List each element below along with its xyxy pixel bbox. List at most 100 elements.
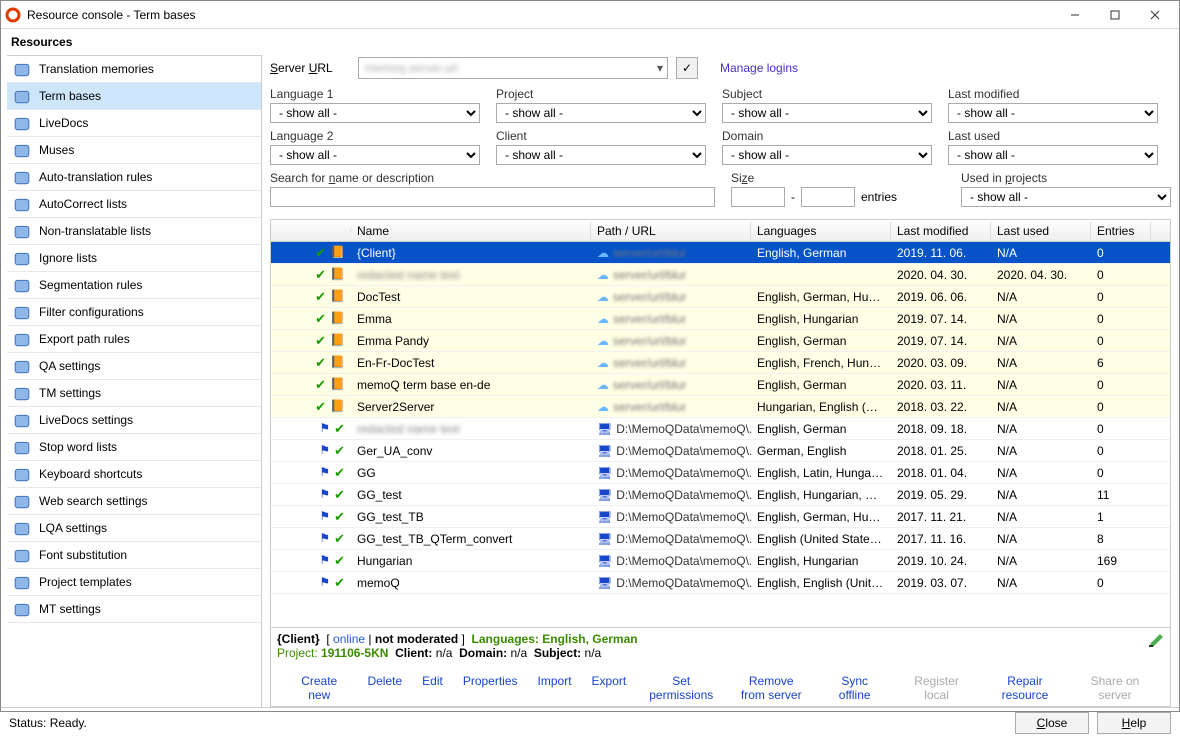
- table-row[interactable]: ⚑✔GG_test🖥D:\MemoQData\memoQ\...English,…: [271, 484, 1170, 506]
- server-url-combo[interactable]: memoq.server.url ▾: [358, 57, 668, 79]
- create-new-link[interactable]: Create new: [281, 670, 357, 706]
- sidebar-item-muses[interactable]: Muses: [7, 137, 261, 164]
- remove-link[interactable]: Remove from server: [726, 670, 816, 706]
- lastused-select[interactable]: - show all -: [948, 145, 1158, 165]
- info-langs-label: Languages:: [472, 632, 539, 646]
- table-row[interactable]: ✔📙DocTest☁server/url/blurEnglish, German…: [271, 286, 1170, 308]
- edit-info-icon[interactable]: [1148, 630, 1166, 648]
- subject-label: Subject: [722, 87, 932, 101]
- sidebar-item-term-bases[interactable]: Term bases: [7, 83, 261, 110]
- table-row[interactable]: ⚑✔Ger_UA_conv🖥D:\MemoQData\memoQ\...Germ…: [271, 440, 1170, 462]
- table-row[interactable]: ✔📙Emma Pandy☁server/url/blurEnglish, Ger…: [271, 330, 1170, 352]
- sidebar-item-auto-translation-rules[interactable]: Auto-translation rules: [7, 164, 261, 191]
- delete-link[interactable]: Delete: [357, 670, 412, 706]
- sidebar-item-segmentation-rules[interactable]: Segmentation rules: [7, 272, 261, 299]
- col-entries[interactable]: Entries: [1091, 222, 1151, 240]
- websearch-icon: [13, 493, 31, 509]
- cell-mod: 2020. 03. 09.: [891, 356, 991, 370]
- project-select[interactable]: - show all -: [496, 103, 706, 123]
- col-used[interactable]: Last used: [991, 222, 1091, 240]
- setperm-link[interactable]: Set permissions: [636, 670, 726, 706]
- size-dash: -: [791, 190, 795, 204]
- sidebar-item-lqa-settings[interactable]: LQA settings: [7, 515, 261, 542]
- sidebar-item-mt-settings[interactable]: MT settings: [7, 596, 261, 623]
- table-row[interactable]: ✔📙memoQ term base en-de☁server/url/blurE…: [271, 374, 1170, 396]
- subject-select[interactable]: - show all -: [722, 103, 932, 123]
- sidebar-item-keyboard-shortcuts[interactable]: Keyboard shortcuts: [7, 461, 261, 488]
- cell-name: GG_test_TB: [351, 510, 591, 524]
- table-row[interactable]: ⚑✔memoQ🖥D:\MemoQData\memoQ\...English, E…: [271, 572, 1170, 594]
- language1-select[interactable]: - show all -: [270, 103, 480, 123]
- col-mod[interactable]: Last modified: [891, 222, 991, 240]
- table-row[interactable]: ⚑✔GG_test_TB_QTerm_convert🖥D:\MemoQData\…: [271, 528, 1170, 550]
- minimize-button[interactable]: [1055, 3, 1095, 27]
- table-body[interactable]: ✔📙{Client}☁server/url/blurEnglish, Germa…: [271, 242, 1170, 627]
- usedin-select[interactable]: - show all -: [961, 187, 1171, 207]
- close-dialog-button[interactable]: Close: [1015, 712, 1089, 734]
- cell-entries: 0: [1091, 422, 1151, 436]
- keyboard-icon: [13, 466, 31, 482]
- sidebar-item-livedocs-settings[interactable]: LiveDocs settings: [7, 407, 261, 434]
- domain-select[interactable]: - show all -: [722, 145, 932, 165]
- ignore-icon: [13, 250, 31, 266]
- computer-icon: 🖥: [597, 532, 612, 546]
- sidebar-item-label: Term bases: [39, 89, 101, 103]
- sidebar-item-translation-memories[interactable]: Translation memories: [7, 56, 261, 83]
- cell-used: N/A: [991, 290, 1091, 304]
- import-link[interactable]: Import: [528, 670, 582, 706]
- search-input[interactable]: [270, 187, 715, 207]
- cloud-icon: ☁: [597, 334, 609, 348]
- table-row[interactable]: ✔📙En-Fr-DocTest☁server/url/blurEnglish, …: [271, 352, 1170, 374]
- table-row[interactable]: ✔📙redacted name text☁server/url/blur2020…: [271, 264, 1170, 286]
- cell-path: 🖥D:\MemoQData\memoQ\...: [591, 576, 751, 590]
- manage-logins-link[interactable]: Manage logins: [720, 61, 798, 75]
- size-from-input[interactable]: [731, 187, 785, 207]
- sidebar-item-font-substitution[interactable]: Font substitution: [7, 542, 261, 569]
- table-row[interactable]: ⚑✔GG🖥D:\MemoQData\memoQ\...English, Lati…: [271, 462, 1170, 484]
- help-button[interactable]: Help: [1097, 712, 1171, 734]
- table-row[interactable]: ✔📙{Client}☁server/url/blurEnglish, Germa…: [271, 242, 1170, 264]
- cell-entries: 8: [1091, 532, 1151, 546]
- language2-select[interactable]: - show all -: [270, 145, 480, 165]
- lastmod-select[interactable]: - show all -: [948, 103, 1158, 123]
- stopword-icon: [13, 439, 31, 455]
- sidebar-item-autocorrect-lists[interactable]: AutoCorrect lists: [7, 191, 261, 218]
- table-row[interactable]: ✔📙Emma☁server/url/blurEnglish, Hungarian…: [271, 308, 1170, 330]
- client-select[interactable]: - show all -: [496, 145, 706, 165]
- sidebar-item-qa-settings[interactable]: QA settings: [7, 353, 261, 380]
- sidebar-item-web-search-settings[interactable]: Web search settings: [7, 488, 261, 515]
- sidebar-item-ignore-lists[interactable]: Ignore lists: [7, 245, 261, 272]
- table-row[interactable]: ⚑✔redacted name text🖥D:\MemoQData\memoQ\…: [271, 418, 1170, 440]
- table-row[interactable]: ✔📙Server2Server☁server/url/blurHungarian…: [271, 396, 1170, 418]
- close-button[interactable]: [1135, 3, 1175, 27]
- sidebar-item-tm-settings[interactable]: TM settings: [7, 380, 261, 407]
- cell-name: Emma Pandy: [351, 334, 591, 348]
- cell-langs: English, French, Hungarian: [751, 356, 891, 370]
- server-confirm-button[interactable]: ✓: [676, 57, 698, 79]
- check-icon: ✔: [315, 399, 326, 415]
- col-path[interactable]: Path / URL: [591, 222, 751, 240]
- sidebar-item-stop-word-lists[interactable]: Stop word lists: [7, 434, 261, 461]
- table-row[interactable]: ⚑✔Hungarian🖥D:\MemoQData\memoQ\...Englis…: [271, 550, 1170, 572]
- sidebar-item-non-translatable-lists[interactable]: Non-translatable lists: [7, 218, 261, 245]
- cell-used: N/A: [991, 422, 1091, 436]
- size-to-input[interactable]: [801, 187, 855, 207]
- pin-icon: ⚑: [319, 443, 330, 459]
- sidebar-item-export-path-rules[interactable]: Export path rules: [7, 326, 261, 353]
- col-langs[interactable]: Languages: [751, 222, 891, 240]
- edit-link[interactable]: Edit: [412, 670, 453, 706]
- col-name[interactable]: Name: [351, 222, 591, 240]
- maximize-button[interactable]: [1095, 3, 1135, 27]
- cell-path: ☁server/url/blur: [591, 334, 751, 348]
- sidebar-item-filter-configurations[interactable]: Filter configurations: [7, 299, 261, 326]
- mt-icon: [13, 601, 31, 617]
- export-link[interactable]: Export: [582, 670, 637, 706]
- sidebar-item-livedocs[interactable]: LiveDocs: [7, 110, 261, 137]
- info-domain: n/a: [510, 646, 527, 660]
- properties-link[interactable]: Properties: [453, 670, 528, 706]
- sidebar-item-project-templates[interactable]: Project templates: [7, 569, 261, 596]
- repair-link[interactable]: Repair resource: [980, 670, 1070, 706]
- table-row[interactable]: ⚑✔GG_test_TB🖥D:\MemoQData\memoQ\...Engli…: [271, 506, 1170, 528]
- window-title: Resource console - Term bases: [27, 8, 1055, 22]
- sync-link[interactable]: Sync offline: [816, 670, 893, 706]
